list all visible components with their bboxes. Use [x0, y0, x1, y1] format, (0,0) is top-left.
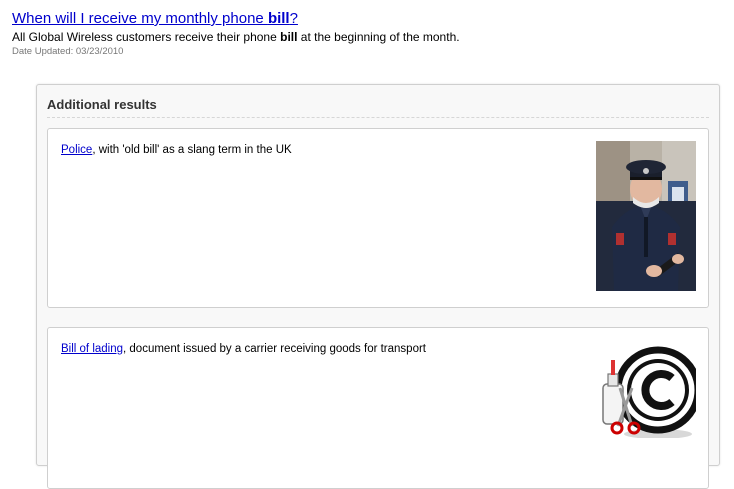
- result-text: Bill of lading, document issued by a car…: [61, 342, 426, 356]
- result-card-bill-of-lading: Bill of lading, document issued by a car…: [47, 327, 709, 489]
- result-text: Police, with 'old bill' as a slang term …: [61, 143, 292, 157]
- title-prefix: When will I receive my monthly phone: [12, 10, 268, 27]
- copyright-image[interactable]: [596, 338, 696, 438]
- result-card-police: Police, with 'old bill' as a slang term …: [47, 128, 709, 308]
- police-link[interactable]: Police: [61, 144, 92, 156]
- additional-results-heading: Additional results: [47, 97, 709, 118]
- bill-of-lading-link[interactable]: Bill of lading: [61, 343, 123, 355]
- top-result-snippet: All Global Wireless customers receive th…: [12, 29, 724, 45]
- snippet-suffix: at the beginning of the month.: [297, 30, 460, 44]
- result-description: , document issued by a carrier receiving…: [123, 343, 426, 355]
- additional-results-panel: Additional results Police, with 'old bil…: [36, 84, 720, 489]
- title-bold: bill: [267, 10, 290, 27]
- snippet-prefix: All Global Wireless customers receive th…: [12, 30, 281, 44]
- snippet-bold: bill: [280, 30, 298, 44]
- title-suffix: ?: [289, 10, 298, 27]
- copyright-scissors-glue-icon: [602, 346, 696, 438]
- top-result: When will I receive my monthly phone bil…: [12, 9, 724, 58]
- police-officer-image[interactable]: [596, 141, 696, 291]
- top-result-title-link[interactable]: When will I receive my monthly phone bil…: [12, 9, 298, 28]
- date-updated: Date Updated: 03/23/2010: [12, 46, 124, 57]
- result-description: , with 'old bill' as a slang term in the…: [92, 144, 292, 156]
- police-officer-photo-icon: [596, 141, 696, 291]
